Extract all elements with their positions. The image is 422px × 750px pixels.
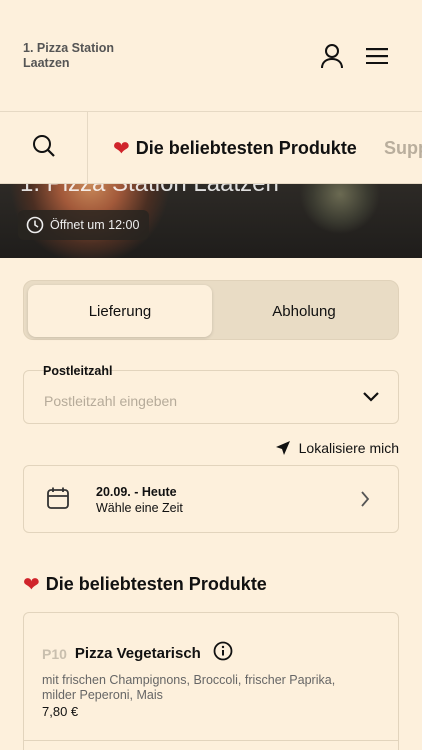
category-tab-label: Supp <box>384 137 422 158</box>
locate-me-button[interactable]: Lokalisiere mich <box>275 440 399 456</box>
section-title: ❤ Die beliebtesten Produkte <box>23 572 267 597</box>
order-mode-toggle: Lieferung Abholung <box>23 280 399 340</box>
product-header: P10 Pizza Vegetarisch <box>42 641 233 666</box>
info-icon[interactable] <box>213 641 233 666</box>
pickup-option[interactable]: Abholung <box>212 285 396 337</box>
category-tab-label: Die beliebtesten Produkte <box>135 137 357 158</box>
product-price: 7,80 € <box>42 704 79 719</box>
heart-icon: ❤ <box>23 574 40 596</box>
product-name: Pizza Vegetarisch <box>74 645 201 662</box>
clock-icon <box>26 216 44 234</box>
product-description: mit frischen Champignons, Broccoli, fris… <box>42 673 336 702</box>
choose-time-hint: Wähle eine Zeit <box>96 501 183 515</box>
product-code: P10 <box>42 645 67 662</box>
divider <box>24 740 398 741</box>
app-header: 1. Pizza Station Laatzen <box>0 0 422 112</box>
search-icon <box>32 134 56 163</box>
restaurant-name[interactable]: 1. Pizza Station Laatzen <box>23 41 163 71</box>
category-bar: ❤ Die beliebtesten Produkte Supp <box>0 112 422 184</box>
opening-text: Öffnet um 12:00 <box>50 218 140 232</box>
calendar-icon <box>46 486 70 515</box>
postcode-placeholder: Postleitzahl eingeben <box>44 393 178 409</box>
menu-icon[interactable] <box>363 42 391 70</box>
category-tab-popular[interactable]: ❤ Die beliebtesten Produkte <box>113 112 357 183</box>
user-icon[interactable] <box>318 42 346 70</box>
date-picker[interactable]: 20.09. - Heute Wähle eine Zeit <box>23 465 399 533</box>
postcode-label: Postleitzahl <box>43 364 113 378</box>
locate-me-label: Lokalisiere mich <box>298 440 399 456</box>
search-button[interactable] <box>0 112 88 183</box>
heart-icon: ❤ <box>113 137 130 160</box>
category-tab-soups[interactable]: Supp <box>384 112 422 183</box>
location-arrow-icon <box>275 440 291 456</box>
hero-title: 1. Pizza Station Laatzen <box>20 184 279 198</box>
chevron-right-icon[interactable] <box>360 490 370 513</box>
selected-date: 20.09. - Heute <box>96 485 177 499</box>
delivery-option[interactable]: Lieferung <box>28 285 212 337</box>
section-title-text: Die beliebtesten Produkte <box>45 574 267 594</box>
product-card[interactable]: P10 Pizza Vegetarisch mit frischen Champ… <box>23 612 399 750</box>
postcode-field[interactable]: Postleitzahl eingeben <box>23 370 399 424</box>
opening-badge: Öffnet um 12:00 <box>18 210 150 240</box>
hero-image: 1. Pizza Station Laatzen Öffnet um 12:00 <box>0 184 422 258</box>
chevron-down-icon[interactable] <box>362 390 380 408</box>
